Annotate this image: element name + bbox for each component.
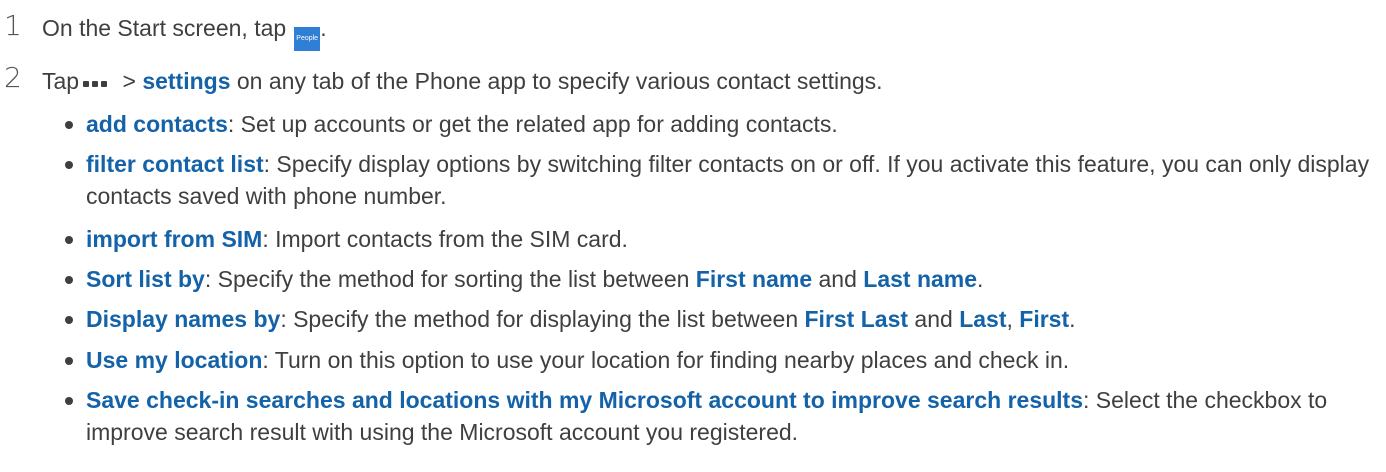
list-item: Save check-in searches and locations wit… xyxy=(64,384,1374,448)
item-desc: : Set up accounts or get the related app… xyxy=(227,111,838,137)
list-item: add contacts: Set up accounts or get the… xyxy=(64,108,1374,140)
step-number: 1 xyxy=(4,9,22,42)
step-2-text-end: on any tab of the Phone app to specify v… xyxy=(230,68,883,94)
item-comma: , xyxy=(1006,306,1020,332)
item-period: . xyxy=(1069,306,1076,332)
list-item: filter contact list: Specify display opt… xyxy=(64,148,1374,212)
item-desc: : Specify the method for displaying the … xyxy=(280,306,805,332)
item-period: . xyxy=(977,266,984,292)
step-text: Tap > settings on any tab of the Phone a… xyxy=(42,68,883,93)
step-number: 2 xyxy=(4,61,22,94)
option-first: First xyxy=(1019,306,1070,332)
list-item: Use my location: Turn on this option to … xyxy=(64,344,1374,376)
item-term: filter contact list xyxy=(86,151,264,177)
item-desc: : Import contacts from the SIM card. xyxy=(262,226,628,252)
item-and: and xyxy=(812,266,864,292)
settings-keyword: settings xyxy=(142,68,231,94)
option-last-name: Last name xyxy=(863,266,978,292)
step-text: On the Start screen, tap People. xyxy=(42,17,327,51)
item-and: and xyxy=(908,306,960,332)
item-term: Save check-in searches and locations wit… xyxy=(86,387,1083,413)
list-item: Sort list by: Specify the method for sor… xyxy=(64,263,1374,295)
option-last: Last xyxy=(959,306,1007,332)
step-2-text-start: Tap xyxy=(42,68,80,94)
item-desc: : Turn on this option to use your locati… xyxy=(262,347,1070,373)
step-1-period: . xyxy=(320,15,327,41)
people-tile-icon: People xyxy=(294,27,321,51)
step-1-text: On the Start screen, tap xyxy=(42,15,287,41)
option-first-name: First name xyxy=(695,266,813,292)
list-item: Display names by: Specify the method for… xyxy=(64,303,1374,335)
item-term: Display names by xyxy=(86,306,281,332)
item-term: import from SIM xyxy=(86,226,263,252)
item-desc: : Specify display options by switching f… xyxy=(86,151,1370,209)
item-term: Use my location xyxy=(86,347,263,373)
item-term: Sort list by xyxy=(86,266,205,292)
more-dots-icon xyxy=(83,68,110,91)
list-item: import from SIM: Import contacts from th… xyxy=(64,223,1374,255)
item-desc: : Specify the method for sorting the lis… xyxy=(204,266,696,292)
option-first-last: First Last xyxy=(804,306,909,332)
step-2-separator: > xyxy=(116,68,143,94)
item-term: add contacts xyxy=(86,111,228,137)
